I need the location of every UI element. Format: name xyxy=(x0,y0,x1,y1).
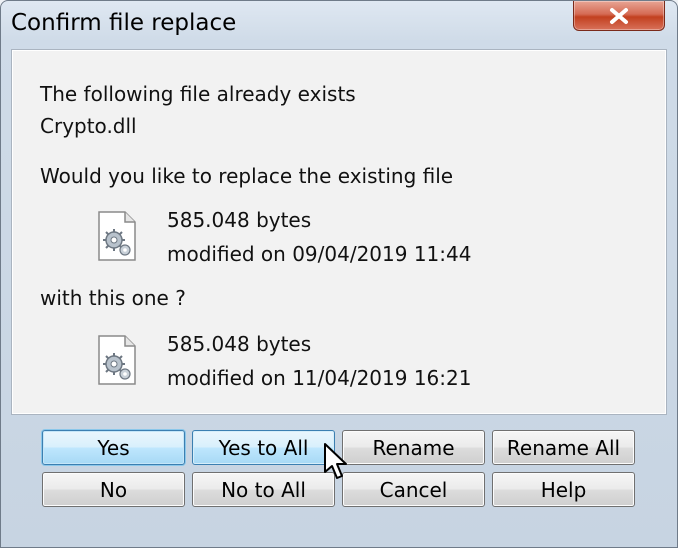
close-button[interactable] xyxy=(573,1,665,31)
new-file-modified: modified on 11/04/2019 16:21 xyxy=(167,366,472,390)
no-button[interactable]: No xyxy=(42,472,185,507)
new-file-size: 585.048 bytes xyxy=(167,332,312,356)
confirm-file-replace-dialog: Confirm file replace The following file … xyxy=(0,0,678,548)
cancel-button[interactable]: Cancel xyxy=(342,472,485,507)
yes-button[interactable]: Yes xyxy=(42,430,185,465)
replace-question: Would you like to replace the existing f… xyxy=(40,164,454,188)
button-bar: Yes Yes to All Rename Rename All No No t… xyxy=(11,421,667,541)
already-exists-text: The following file already exists xyxy=(40,82,356,106)
file-name: Crypto.dll xyxy=(40,114,137,138)
title-bar[interactable]: Confirm file replace xyxy=(1,1,677,47)
window-title: Confirm file replace xyxy=(11,10,237,36)
dll-file-icon xyxy=(98,335,136,385)
message-panel: The following file already exists Crypto… xyxy=(11,49,667,415)
existing-file-modified: modified on 09/04/2019 11:44 xyxy=(167,242,472,266)
dll-file-icon xyxy=(98,211,136,261)
rename-button[interactable]: Rename xyxy=(342,430,485,465)
no-to-all-button[interactable]: No to All xyxy=(192,472,335,507)
yes-to-all-button[interactable]: Yes to All xyxy=(192,430,335,465)
rename-all-button[interactable]: Rename All xyxy=(492,430,635,465)
help-button[interactable]: Help xyxy=(492,472,635,507)
existing-file-size: 585.048 bytes xyxy=(167,208,312,232)
with-this-one-text: with this one ? xyxy=(40,286,186,310)
close-icon xyxy=(610,7,628,24)
